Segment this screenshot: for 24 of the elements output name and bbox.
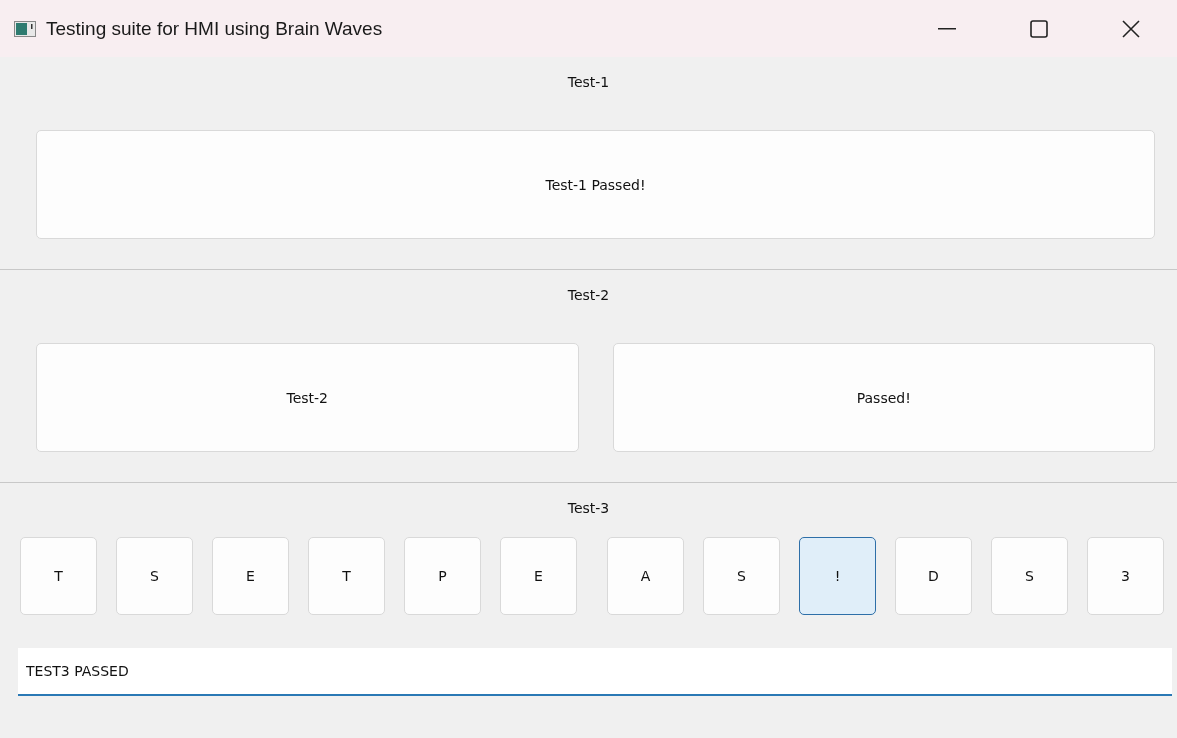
key-button[interactable]: S bbox=[116, 537, 193, 615]
key-button[interactable]: ! bbox=[799, 537, 876, 615]
section-heading: Test-1 bbox=[567, 74, 610, 90]
maximize-icon bbox=[1030, 19, 1048, 38]
key-button[interactable]: E bbox=[500, 537, 577, 615]
window-title: Testing suite for HMI using Brain Waves bbox=[46, 17, 384, 40]
section-heading: Test-2 bbox=[567, 287, 610, 303]
key-button[interactable]: P bbox=[404, 537, 481, 615]
test-button[interactable]: Passed! bbox=[612, 343, 1155, 452]
key-button[interactable]: 3 bbox=[1087, 537, 1164, 615]
test-button[interactable]: Test-2 bbox=[36, 343, 579, 452]
key-button[interactable]: T bbox=[308, 537, 385, 615]
key-button[interactable]: A bbox=[607, 537, 684, 615]
input-field[interactable]: TEST3 PASSED bbox=[18, 648, 1172, 696]
test-button[interactable]: Test-1 Passed! bbox=[36, 130, 1155, 239]
key-button[interactable]: S bbox=[703, 537, 780, 615]
close-icon bbox=[1122, 19, 1140, 38]
key-button[interactable]: D bbox=[895, 537, 972, 615]
key-button[interactable]: S bbox=[991, 537, 1068, 615]
key-button[interactable]: E bbox=[212, 537, 289, 615]
app-icon bbox=[14, 20, 36, 37]
section-heading: Test-3 bbox=[567, 500, 610, 516]
minimize-icon bbox=[938, 27, 956, 30]
key-button[interactable]: T bbox=[20, 537, 97, 615]
